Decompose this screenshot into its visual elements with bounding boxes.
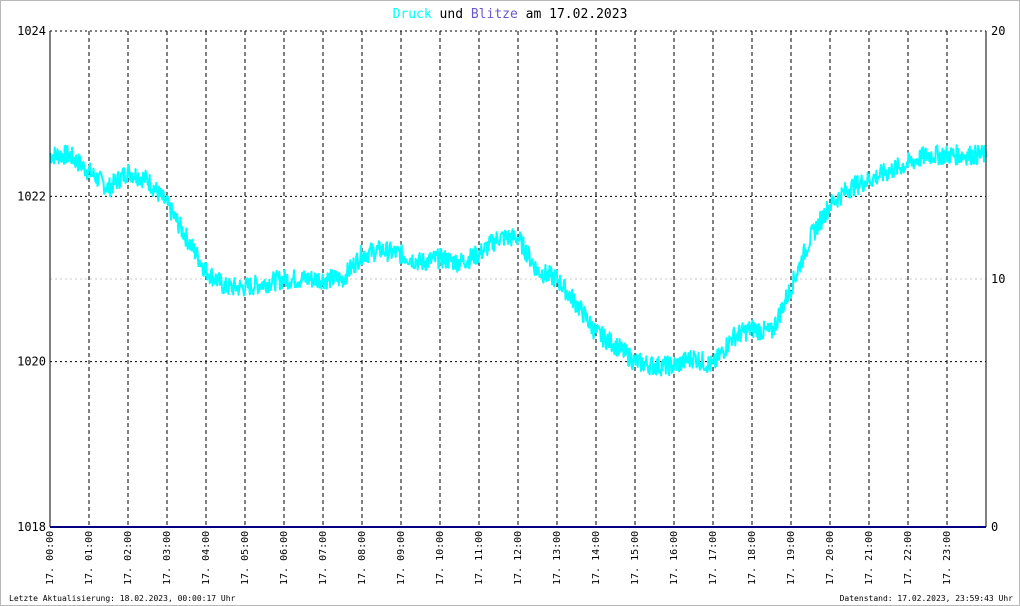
pressure-lightning-chart: 10181020102210240102017. 00:00 17. 01:00 1… xyxy=(9,7,1014,603)
title-connector: und xyxy=(432,7,471,22)
grid xyxy=(50,30,986,527)
x-tick-label: 17. 19:00 xyxy=(786,531,797,585)
x-tick-label: 17. 22:00 xyxy=(903,531,914,585)
x-tick-label: 17. 11:00 xyxy=(474,531,485,585)
y-right-tick-label: 20 xyxy=(991,24,1005,38)
title-date: am 17.02.2023 xyxy=(518,7,628,22)
x-tick-label: 17. 21:00 xyxy=(864,531,875,585)
chart-frame: 1018 1020 1022 1024 0 10 20 17. 00:00 17. 01:00 1… xyxy=(0,0,1020,606)
x-tick-label: 17. 03:00 xyxy=(162,531,173,585)
y-left-tick-label: 1020 xyxy=(17,355,46,369)
x-tick-label: 17. 16:00 xyxy=(669,531,680,585)
x-tick-label: 17. 06:00 xyxy=(279,531,290,585)
y-right-tick-label: 0 xyxy=(991,520,998,534)
x-tick-label: 17. 12:00 xyxy=(513,531,524,585)
x-tick-label: 17. 01:00 xyxy=(84,531,95,585)
y-left-tick-label: 1022 xyxy=(17,189,46,203)
x-tick-label: 17. 08:00 xyxy=(357,531,368,585)
x-tick-label: 17. 04:00 xyxy=(201,531,212,585)
footer-last-update: Letzte Aktualisierung: 18.02.2023, 00:00… xyxy=(9,594,236,603)
x-tick-label: 17. 05:00 xyxy=(240,531,251,585)
y-right-tick-label: 10 xyxy=(991,272,1005,286)
y-left-tick-label: 1018 xyxy=(17,520,46,534)
y-left-tick-label: 1024 xyxy=(17,24,46,38)
x-tick-label: 17. 10:00 xyxy=(435,531,446,585)
chart-title: Druck und Blitze am 17.02.2023 xyxy=(393,7,628,22)
x-tick-label: 17. 18:00 xyxy=(747,531,758,585)
x-tick-label: 17. 15:00 xyxy=(630,531,641,585)
tick-labels: 10181020102210240102017. 00:00 17. 01:00 1… xyxy=(17,24,1005,585)
x-tick-label: 17. 02:00 xyxy=(123,531,134,585)
x-tick-label: 17. 00:00 xyxy=(45,531,56,585)
title-series-blitze: Blitze xyxy=(471,7,518,22)
title-series-druck: Druck xyxy=(393,7,432,22)
x-tick-label: 17. 17:00 xyxy=(708,531,719,585)
x-tick-label: 17. 23:00 xyxy=(942,531,953,585)
x-tick-label: 17. 13:00 xyxy=(552,531,563,585)
footer-data-status: Datenstand: 17.02.2023, 23:59:43 Uhr xyxy=(840,594,1014,603)
x-tick-label: 17. 07:00 xyxy=(318,531,329,585)
x-tick-label: 17. 14:00 xyxy=(591,531,602,585)
x-tick-label: 17. 20:00 xyxy=(825,531,836,585)
x-tick-label: 17. 09:00 xyxy=(396,531,407,585)
